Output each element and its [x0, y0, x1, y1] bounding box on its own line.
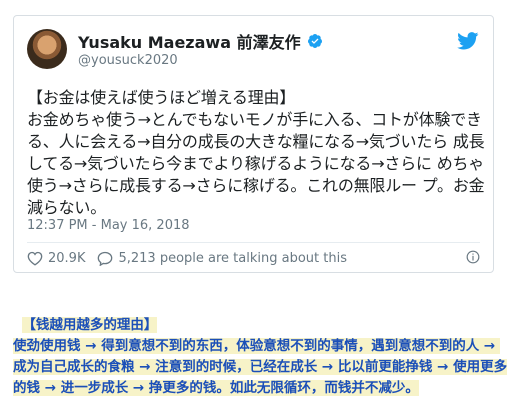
chinese-translation: 【钱越用越多的理由】 使劲使用钱 → 得到意想不到的东西，体验意想不到的事情，遇…: [13, 294, 513, 399]
divider: [27, 242, 480, 243]
twitter-bird-icon[interactable]: [457, 32, 479, 50]
like-count: 20.9K: [48, 250, 86, 266]
tweet-actions: 20.9K 5,213 people are talking about thi…: [27, 248, 480, 268]
talking-count[interactable]: 5,213 people are talking about this: [118, 251, 347, 266]
translation-text: 【钱越用越多的理由】 使劲使用钱 → 得到意想不到的东西，体验意想不到的事情，遇…: [13, 317, 508, 396]
heart-icon[interactable]: [27, 251, 43, 266]
tweet-text: 【お金は使えば使うほど増える理由】 お金めちゃ使う→とんでもないモノが手に入る、…: [27, 88, 485, 217]
reply-action[interactable]: 5,213 people are talking about this: [97, 251, 347, 266]
author-row[interactable]: Yusaku Maezawa 前澤友作: [78, 30, 323, 52]
like-action[interactable]: 20.9K: [27, 251, 85, 266]
info-icon[interactable]: [466, 250, 480, 264]
author-handle[interactable]: @yousuck2020: [78, 53, 178, 68]
author-name[interactable]: Yusaku Maezawa 前澤友作: [78, 29, 301, 53]
speech-bubble-icon[interactable]: [97, 251, 113, 266]
tweet-card[interactable]: Yusaku Maezawa 前澤友作 @yousuck2020 【お金は使えば…: [13, 15, 494, 273]
verified-badge-icon: [307, 34, 322, 48]
avatar[interactable]: [27, 29, 67, 69]
tweet-timestamp[interactable]: 12:37 PM - May 16, 2018: [27, 218, 190, 233]
